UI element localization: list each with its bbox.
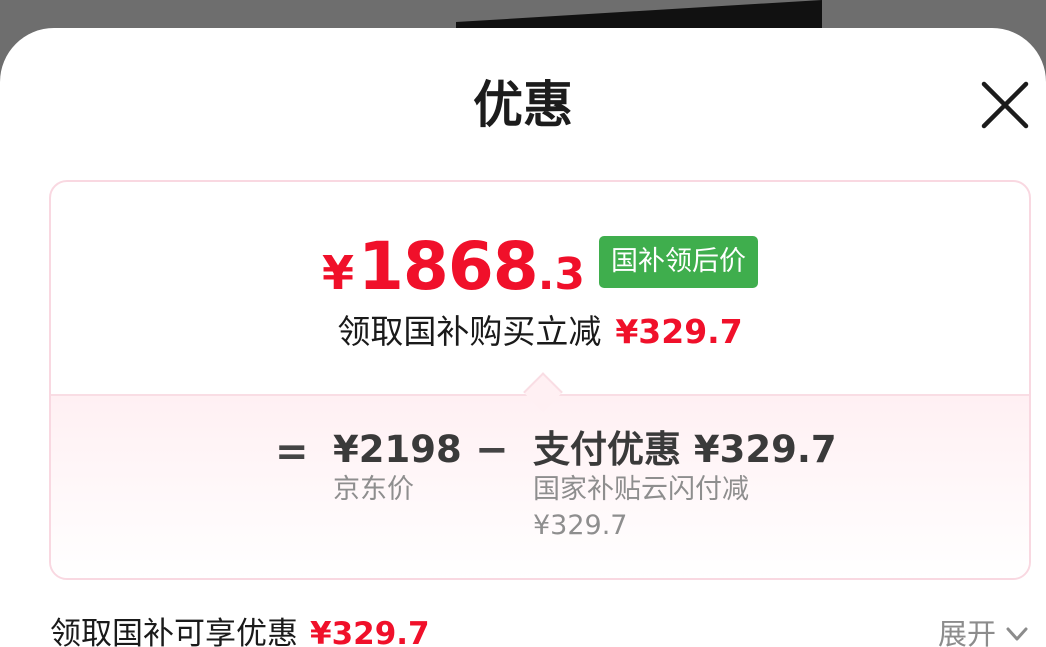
price-decimal: .3	[537, 249, 586, 300]
discount-block: 支付优惠 ¥329.7 国家补贴云闪付减 ¥329.7	[533, 428, 837, 544]
subsidy-text: 领取国补购买立减	[337, 312, 602, 351]
expand-button[interactable]: 展开	[938, 612, 1030, 647]
offers-amount: ¥329.7	[310, 616, 430, 647]
subsidy-offers-row[interactable]: 领取国补可享优惠 ¥329.7 展开	[50, 612, 1030, 647]
final-price-row: ¥ 1868 .3 国补领后价	[51, 230, 1029, 300]
expand-label: 展开	[937, 617, 996, 647]
base-price-block: ¥2198 京东价	[333, 428, 462, 508]
chevron-down-icon	[1006, 627, 1028, 641]
price-integer: 1868	[357, 228, 539, 305]
close-button[interactable]	[978, 78, 1032, 132]
subsidy-price-tag: 国补领后价	[599, 236, 759, 288]
base-price-label: 京东价	[333, 474, 414, 505]
sheet-title: 优惠	[473, 76, 573, 134]
offers-label: 领取国补可享优惠 ¥329.7	[50, 612, 430, 647]
close-icon[interactable]	[978, 78, 1032, 132]
discount-amount: ¥329.7	[533, 510, 628, 541]
price-breakdown-card: ¥ 1868 .3 国补领后价 领取国补购买立减 ¥329.7 = ¥2198 京…	[49, 180, 1031, 580]
discount-label: 国家补贴云闪付减	[533, 474, 749, 505]
final-price: ¥ 1868 .3	[322, 234, 585, 300]
base-price-value: ¥2198	[333, 428, 462, 471]
equals-sign: =	[275, 429, 309, 475]
subsidy-summary: 领取国补购买立减 ¥329.7	[51, 310, 1029, 354]
subsidy-amount: ¥329.7	[615, 312, 743, 351]
offers-text: 领取国补可享优惠	[50, 616, 298, 647]
price-currency: ¥	[321, 246, 354, 300]
minus-sign: −	[475, 427, 509, 473]
discount-value: 支付优惠 ¥329.7	[533, 428, 837, 471]
